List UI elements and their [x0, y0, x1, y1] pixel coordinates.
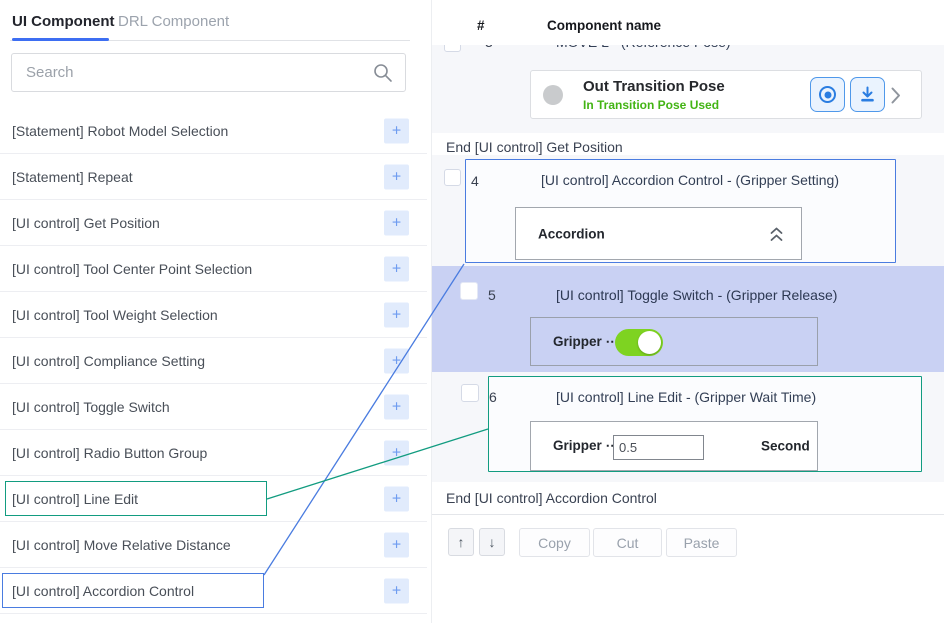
card-title: Out Transition Pose [583, 78, 725, 95]
search-input[interactable] [26, 54, 366, 91]
lightbulb-icon [517, 170, 530, 187]
add-component-button[interactable]: + [384, 164, 409, 189]
row-title: [UI control] Line Edit - (Gripper Wait T… [556, 389, 816, 405]
list-item-toggle-switch[interactable]: [UI control] Toggle Switch + [0, 384, 427, 430]
search-box [11, 53, 406, 92]
list-item-line-edit[interactable]: [UI control] Line Edit + [0, 476, 427, 522]
move-up-button[interactable]: ↑ [448, 528, 474, 556]
toggle-knob [638, 331, 661, 354]
tab-drl-component[interactable]: DRL Component [118, 13, 229, 30]
list-item-accordion-control[interactable]: [UI control] Accordion Control + [0, 568, 427, 614]
row-checkbox[interactable] [444, 45, 461, 52]
column-header-component-name: Component name [547, 18, 661, 33]
row-checkbox[interactable] [444, 169, 461, 186]
row-title: MOVE L - (Reference Pose) [556, 45, 731, 50]
row-checkbox[interactable] [460, 282, 478, 300]
move-down-button[interactable]: ↓ [479, 528, 505, 556]
lightbulb-icon [528, 45, 541, 52]
line-edit-label: Gripper ⋯ [553, 438, 619, 454]
accordion-header-control[interactable]: Accordion [515, 207, 802, 260]
list-item-label: [UI control] Tool Center Point Selection [12, 261, 252, 277]
end-accordion-label: End [UI control] Accordion Control [446, 490, 657, 506]
row-number: 5 [488, 287, 496, 303]
copy-button[interactable]: Copy [519, 528, 590, 557]
download-icon [859, 86, 876, 103]
record-pose-button[interactable] [810, 77, 845, 112]
row-checkbox[interactable] [461, 384, 479, 402]
add-component-button[interactable]: + [384, 394, 409, 419]
line-edit-control: Gripper ⋯ Second [530, 421, 818, 471]
row-title: [UI control] Toggle Switch - (Gripper Re… [556, 287, 837, 303]
collapse-double-chevron-icon[interactable] [770, 227, 783, 247]
list-item-label: [Statement] Robot Model Selection [12, 123, 228, 139]
list-item-label: [UI control] Get Position [12, 215, 160, 231]
program-row-move-l[interactable]: 3 MOVE L - (Reference Pose) Out Transiti… [432, 45, 944, 133]
add-component-button[interactable]: + [384, 348, 409, 373]
row-number: 3 [485, 45, 493, 50]
lightbulb-icon [532, 284, 545, 301]
list-item-label: [UI control] Move Relative Distance [12, 537, 231, 553]
out-transition-pose-card[interactable]: Out Transition Pose In Transition Pose U… [530, 70, 922, 119]
toolbar-divider [432, 514, 944, 515]
toggle-label: Gripper ⋯ [553, 334, 619, 350]
apply-pose-button[interactable] [850, 77, 885, 112]
row-number: 4 [471, 173, 479, 189]
lightbulb-icon [533, 386, 546, 403]
column-header-number: # [477, 18, 485, 33]
add-component-button[interactable]: + [384, 302, 409, 327]
end-get-position-label: End [UI control] Get Position [446, 139, 623, 155]
active-tab-underline [12, 38, 109, 41]
list-item-label: [UI control] Accordion Control [12, 583, 194, 599]
list-item-repeat[interactable]: [Statement] Repeat + [0, 154, 427, 200]
component-library-panel: UI Component DRL Component [Statement] R… [0, 0, 430, 623]
expand-card-chevron-icon[interactable] [891, 87, 901, 109]
list-item-label: [Statement] Repeat [12, 169, 133, 185]
search-icon [373, 63, 393, 88]
add-component-button[interactable]: + [384, 440, 409, 465]
add-component-button[interactable]: + [384, 486, 409, 511]
list-item-robot-model-selection[interactable]: [Statement] Robot Model Selection + [0, 108, 427, 154]
list-item-move-relative-distance[interactable]: [UI control] Move Relative Distance + [0, 522, 427, 568]
list-item-label: [UI control] Line Edit [12, 491, 138, 507]
list-item-label: [UI control] Compliance Setting [12, 353, 205, 369]
card-subtitle: In Transition Pose Used [583, 98, 719, 112]
row-title: [UI control] Accordion Control - (Grippe… [541, 172, 839, 188]
list-item-label: [UI control] Tool Weight Selection [12, 307, 218, 323]
add-component-button[interactable]: + [384, 210, 409, 235]
record-icon [819, 86, 836, 103]
add-component-button[interactable]: + [384, 578, 409, 603]
gripper-release-toggle[interactable] [615, 329, 663, 356]
gripper-wait-time-input[interactable] [613, 435, 704, 460]
add-component-button[interactable]: + [384, 118, 409, 143]
tab-ui-component[interactable]: UI Component [12, 13, 115, 30]
list-item-tool-center-point[interactable]: [UI control] Tool Center Point Selection… [0, 246, 427, 292]
paste-button[interactable]: Paste [666, 528, 737, 557]
list-item-label: [UI control] Radio Button Group [12, 445, 207, 461]
list-item-label: [UI control] Toggle Switch [12, 399, 170, 415]
accordion-label: Accordion [538, 226, 605, 241]
list-item-compliance-setting[interactable]: [UI control] Compliance Setting + [0, 338, 427, 384]
row-number: 6 [489, 389, 497, 405]
list-item-radio-button-group[interactable]: [UI control] Radio Button Group + [0, 430, 427, 476]
list-item-tool-weight[interactable]: [UI control] Tool Weight Selection + [0, 292, 427, 338]
add-component-button[interactable]: + [384, 532, 409, 557]
unit-label: Second [761, 439, 810, 454]
list-item-get-position[interactable]: [UI control] Get Position + [0, 200, 427, 246]
pose-status-dot-icon [543, 85, 563, 105]
toggle-switch-control: Gripper ⋯ [530, 317, 818, 366]
add-component-button[interactable]: + [384, 256, 409, 281]
component-editor-window: UI Component DRL Component [Statement] R… [0, 0, 944, 623]
cut-button[interactable]: Cut [593, 528, 662, 557]
